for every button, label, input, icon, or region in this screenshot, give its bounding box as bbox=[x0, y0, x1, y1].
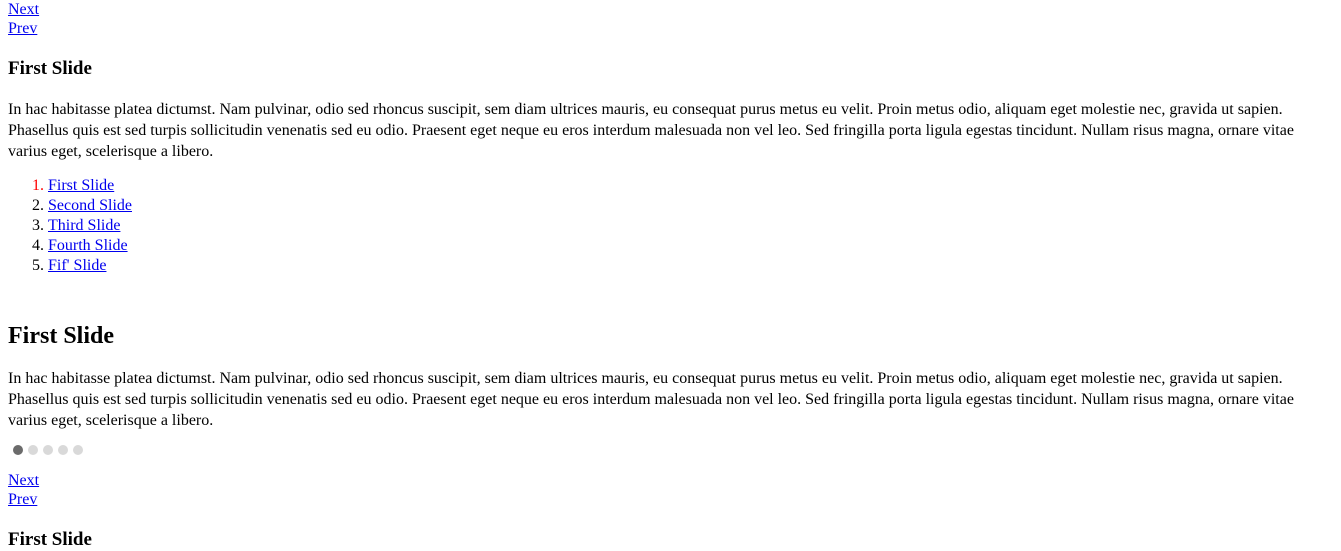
list-item[interactable]: Second Slide bbox=[48, 196, 1333, 216]
list-item[interactable]: Third Slide bbox=[48, 216, 1333, 236]
slide-index-list: First Slide Second Slide Third Slide Fou… bbox=[8, 176, 1333, 276]
prev-link-top[interactable]: Prev bbox=[8, 19, 37, 38]
next-link-top[interactable]: Next bbox=[8, 0, 39, 19]
next-link-bottom[interactable]: Next bbox=[8, 471, 39, 490]
list-item[interactable]: Fif' Slide bbox=[48, 256, 1333, 276]
slide-link-second[interactable]: Second Slide bbox=[48, 197, 132, 214]
dot-indicator-5[interactable] bbox=[73, 445, 83, 455]
list-item[interactable]: First Slide bbox=[48, 176, 1333, 196]
slide-link-third[interactable]: Third Slide bbox=[48, 217, 120, 234]
slide-paragraph-middle: In hac habitasse platea dictumst. Nam pu… bbox=[8, 370, 1294, 429]
slide-link-fifth[interactable]: Fif' Slide bbox=[48, 257, 106, 274]
top-navigation: Next Prev bbox=[8, 0, 1333, 38]
slide-heading-middle: First Slide bbox=[8, 323, 114, 349]
slide-paragraph-top: In hac habitasse platea dictumst. Nam pu… bbox=[8, 101, 1294, 160]
prev-link-bottom[interactable]: Prev bbox=[8, 490, 37, 509]
slideshow-page: Next Prev First Slide In hac habitasse p… bbox=[0, 0, 1341, 551]
dot-indicator-4[interactable] bbox=[58, 445, 68, 455]
bottom-navigation: Next Prev bbox=[8, 471, 1333, 509]
dot-indicator-2[interactable] bbox=[28, 445, 38, 455]
dot-indicator-3[interactable] bbox=[43, 445, 53, 455]
list-item[interactable]: Fourth Slide bbox=[48, 236, 1333, 256]
slide-link-first[interactable]: First Slide bbox=[48, 177, 114, 194]
slide-heading-top: First Slide bbox=[8, 58, 92, 79]
dot-indicator-1[interactable] bbox=[13, 445, 23, 455]
slide-dot-indicators bbox=[13, 445, 1333, 455]
slide-heading-bottom: First Slide bbox=[8, 529, 92, 550]
slide-link-fourth[interactable]: Fourth Slide bbox=[48, 237, 128, 254]
